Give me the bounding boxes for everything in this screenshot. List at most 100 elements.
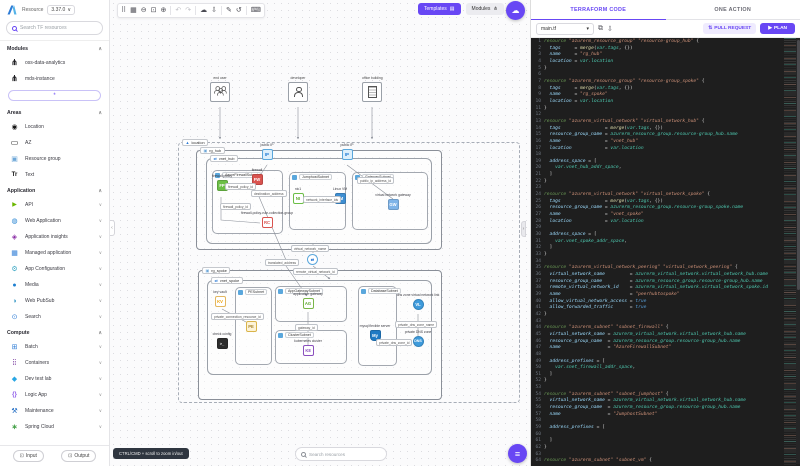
actor-office-building[interactable]: office building <box>362 76 383 102</box>
sidebar-item-area[interactable]: Location <box>0 119 109 135</box>
output-button[interactable]: ⊡ Output <box>61 450 97 462</box>
application-icon <box>10 297 19 306</box>
section-compute[interactable]: Compute ∧ <box>0 325 109 339</box>
zoom-out-icon[interactable]: ⊖ <box>141 7 147 14</box>
resource-group-icon: ▣ <box>205 267 210 273</box>
zoom-in-icon[interactable]: ⊕ <box>161 7 167 14</box>
node-key-vault[interactable]: key vault KV <box>200 290 240 307</box>
node-public-ip-2[interactable]: public IP IP <box>331 143 363 160</box>
sidebar-item-module[interactable]: oss-data-analytics <box>0 55 109 71</box>
pill-firewall-policy-id: firewall_policy_id <box>225 183 256 190</box>
sidebar-item-compute[interactable]: Logic App ∨ <box>0 387 109 403</box>
grid-icon[interactable]: ▦ <box>130 7 137 14</box>
design-icon[interactable]: ✎ <box>226 7 232 14</box>
application-icon <box>10 249 19 258</box>
pill-destination-address: destination_address <box>251 190 287 197</box>
sidebar-item-application[interactable]: Search ∨ <box>0 309 109 325</box>
templates-icon: ▤ <box>449 6 455 12</box>
application-list: API ∨ Web Application ∨ Application insi… <box>0 197 109 325</box>
sidebar-item-application[interactable]: Web PubSub ∨ <box>0 293 109 309</box>
sidebar-item-compute[interactable]: Batch ∨ <box>0 339 109 355</box>
fit-screen-icon[interactable]: ⊡ <box>151 7 157 14</box>
module-wildcard-box[interactable]: * <box>8 90 101 101</box>
sidebar-collapse-handle[interactable]: ‹ <box>110 220 115 236</box>
history-icon[interactable]: ↺ <box>236 7 242 14</box>
tab-terraform-code[interactable]: TERRAFORM CODE <box>531 0 666 20</box>
resource-search[interactable] <box>295 447 387 461</box>
scrollbar-thumb[interactable] <box>796 40 800 290</box>
download-icon[interactable]: ⇩ <box>211 7 217 14</box>
building-icon <box>367 85 377 98</box>
file-select[interactable]: main.tf ▾ <box>536 22 594 35</box>
chat-fab-button[interactable]: ≡ <box>508 444 527 463</box>
code-editor[interactable]: 1 resource "azurerm_resource_group" "reso… <box>531 38 800 466</box>
node-kubernetes-cluster[interactable]: kubernetes cluster K8 <box>283 339 333 356</box>
editor-scrollbar[interactable] <box>796 38 800 464</box>
actor-end-user[interactable]: end user <box>210 76 230 102</box>
resource-group-icon: ▣ <box>203 147 208 153</box>
application-icon <box>10 233 19 242</box>
input-button[interactable]: ⊡ Input <box>12 450 44 462</box>
undo-icon[interactable]: ↶ <box>175 7 181 14</box>
deploy-fab-button[interactable]: ☁ <box>506 1 525 20</box>
keyboard-icon[interactable]: ⌨ <box>251 7 261 14</box>
tf-search-input[interactable] <box>20 25 92 31</box>
subnet-icon <box>361 288 366 294</box>
subnet-pe-header: PESubnet <box>238 289 268 295</box>
person-icon <box>293 86 303 97</box>
brainboard-logo <box>7 5 17 15</box>
arrows-icon: ⇅ <box>708 26 713 31</box>
area-icon <box>10 123 19 132</box>
sidebar-item-area[interactable]: AZ <box>0 135 109 151</box>
vnet-peering-icon[interactable]: ⇄ <box>307 254 318 265</box>
codepanel-collapse-handle[interactable]: › <box>521 221 526 237</box>
version-select[interactable]: 3.37.0 ∨ <box>47 5 75 15</box>
sidebar-item-application[interactable]: Managed application ∨ <box>0 245 109 261</box>
modules-button[interactable]: Modules ⋔ <box>465 3 504 15</box>
node-public-ip-1[interactable]: public IP IP <box>251 143 283 160</box>
sidebar-item-compute[interactable]: Maintenance ∨ <box>0 403 109 419</box>
minimap[interactable] <box>784 38 796 466</box>
node-check-config[interactable]: check config >_ <box>202 332 242 349</box>
sidebar-item-compute[interactable]: Spring Cloud ∨ <box>0 419 109 435</box>
sidebar-item-module[interactable]: mds-instance <box>0 71 109 87</box>
sidebar-item-area[interactable]: Resource group <box>0 151 109 167</box>
pill-public-ip-address-id: public_ip_address_id <box>357 177 394 184</box>
sidebar-item-compute[interactable]: Dev test lab ∨ <box>0 371 109 387</box>
redo-icon[interactable]: ↷ <box>185 7 191 14</box>
key-vault-icon: KV <box>214 295 226 307</box>
plan-button[interactable]: ▶ PLAN <box>760 23 795 34</box>
drag-handle-icon[interactable]: ⠿ <box>121 7 126 14</box>
section-modules[interactable]: Modules ∧ <box>0 41 109 55</box>
sidebar-item-application[interactable]: Media ∨ <box>0 277 109 293</box>
tf-search[interactable] <box>6 21 103 35</box>
chevron-down-icon: ∨ <box>98 202 102 207</box>
diagram-canvas[interactable]: ⠿ ▦ ⊖ ⊡ ⊕ ↶ ↷ ☁ ⇩ ✎ ↺ ⌨ Templates ▤ Modul… <box>110 0 530 466</box>
chevron-down-icon: ∨ <box>98 408 102 413</box>
pill-private-dns-zone-name: private_dns_zone_name <box>395 321 438 328</box>
node-rule-collection[interactable]: firewall-policy-rule-collection-group RC <box>234 211 300 228</box>
sidebar-item-application[interactable]: App Configuration ∨ <box>0 261 109 277</box>
section-areas[interactable]: Areas ∧ <box>0 105 109 119</box>
sidebar-item-application[interactable]: API ∨ <box>0 197 109 213</box>
actor-developer[interactable]: developer <box>288 76 308 102</box>
node-virtual-network-gateway[interactable]: virtual network gateway GW <box>368 193 418 210</box>
resource-search-input[interactable] <box>309 451 379 457</box>
tab-one-action[interactable]: ONE ACTION <box>665 0 800 20</box>
templates-button[interactable]: Templates ▤ <box>418 3 461 15</box>
pull-request-button[interactable]: ⇅ PULL REQUEST <box>703 23 757 34</box>
sidebar-item-application[interactable]: Web Application ∨ <box>0 213 109 229</box>
download-icon[interactable]: ⇩ <box>607 25 613 33</box>
chevron-down-icon: ∨ <box>98 250 102 255</box>
copy-icon[interactable]: ⧉ <box>598 25 603 33</box>
sidebar-item-area[interactable]: Text <box>0 167 109 183</box>
section-application[interactable]: Application ∧ <box>0 183 109 197</box>
cloud-icon: ☁ <box>511 6 520 15</box>
sidebar-item-compute[interactable]: Containers ∨ <box>0 355 109 371</box>
cloud-import-icon[interactable]: ☁ <box>200 7 207 14</box>
input-icon: ⊡ <box>19 453 24 459</box>
sidebar-scroll[interactable]: Modules∧ oss-data-analytics mds-instance… <box>0 40 109 445</box>
sidebar-item-application[interactable]: Application insights ∨ <box>0 229 109 245</box>
node-application-gateway[interactable]: application gateway AG <box>283 292 333 309</box>
node-dns-zone-vnet-link[interactable]: dns zone virtual network link VL <box>388 293 448 310</box>
